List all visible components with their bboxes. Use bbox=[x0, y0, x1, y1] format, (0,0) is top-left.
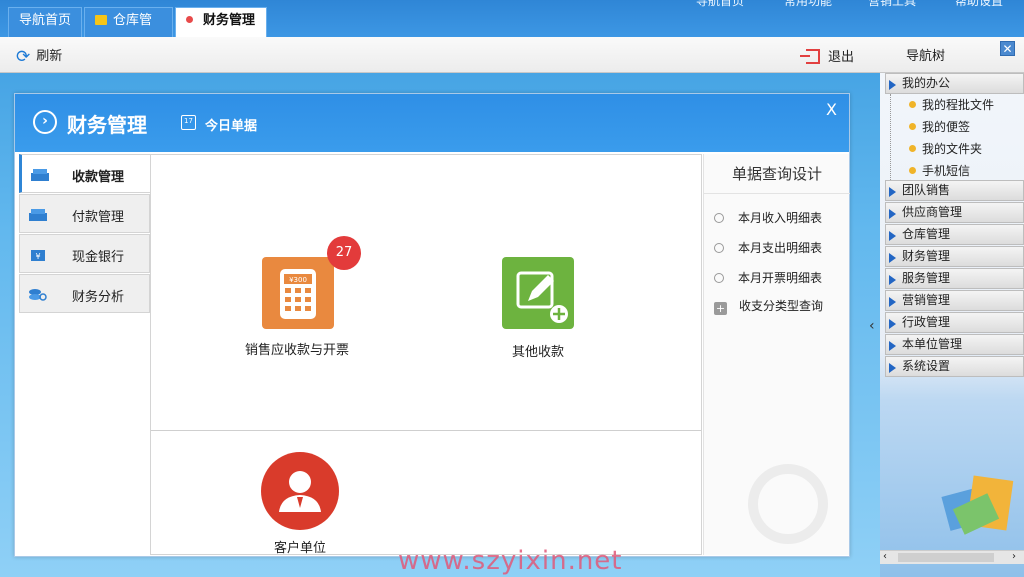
exit-label: 退出 bbox=[828, 50, 855, 65]
topnav-home[interactable]: 导航首页 bbox=[696, 0, 744, 9]
nav-group-service[interactable]: 服务管理 bbox=[885, 268, 1024, 289]
books-illustration-icon bbox=[941, 475, 1014, 535]
tree-connector bbox=[890, 94, 910, 180]
menu-label: 收款管理 bbox=[72, 170, 125, 185]
navtree-toggle[interactable]: 导航树 bbox=[906, 45, 945, 64]
search-icon bbox=[714, 243, 724, 253]
dialog-title: 财务管理 bbox=[67, 113, 147, 137]
query-invoice-link[interactable]: 本月开票明细表 bbox=[714, 269, 822, 286]
close-icon[interactable]: ✕ bbox=[1000, 41, 1015, 56]
menu-label: 财务分析 bbox=[72, 290, 125, 305]
menu-label: 现金银行 bbox=[72, 250, 125, 265]
exit-icon bbox=[800, 49, 820, 64]
customer-tile[interactable] bbox=[261, 452, 339, 530]
nav-group-warehouse[interactable]: 仓库管理 bbox=[885, 224, 1024, 245]
toolbar: ⟳ 刷新 退出 导航树 ✕ bbox=[0, 37, 1024, 73]
site-watermark: www.szyixin.net bbox=[398, 546, 623, 576]
pending-count-badge: 27 bbox=[327, 236, 361, 270]
dialog-header: › 财务管理 17 今日单据 X bbox=[15, 94, 849, 152]
collapse-left-icon[interactable]: ‹ bbox=[869, 318, 875, 334]
nav-group-team-sales[interactable]: 团队销售 bbox=[885, 180, 1024, 201]
refresh-button[interactable]: ⟳ 刷新 bbox=[16, 45, 62, 67]
refresh-label: 刷新 bbox=[36, 49, 63, 64]
finance-dialog: › 财务管理 17 今日单据 X 收款管理 付款管理 ¥ 现金银行 财务分析 ¥… bbox=[14, 93, 850, 557]
money-stack-icon bbox=[31, 169, 49, 181]
today-documents-link[interactable]: 今日单据 bbox=[205, 115, 257, 134]
active-dot-icon bbox=[186, 16, 193, 23]
search-icon bbox=[714, 213, 724, 223]
calendar-icon: 17 bbox=[181, 115, 196, 130]
magnifier-watermark-icon bbox=[748, 464, 828, 544]
top-tab-bar: 导航首页 常用功能 营销工具 帮助设置 导航首页 仓库管理 财务管理 bbox=[0, 0, 1024, 54]
nav-group-unit[interactable]: 本单位管理 bbox=[885, 334, 1024, 355]
horizontal-scrollbar[interactable]: ‹ › bbox=[880, 550, 1024, 564]
nav-group-marketing[interactable]: 营销管理 bbox=[885, 290, 1024, 311]
bank-icon: ¥ bbox=[31, 250, 45, 261]
menu-item-receivables[interactable]: 收款管理 bbox=[19, 154, 150, 193]
menu-label: 付款管理 bbox=[72, 210, 125, 225]
query-category-link[interactable]: + 收支分类型查询 bbox=[714, 297, 823, 315]
customer-label[interactable]: 客户单位 bbox=[220, 537, 380, 556]
tab-label: 财务管理 bbox=[203, 13, 256, 28]
nav-item-notes[interactable]: 我的便签 bbox=[908, 118, 970, 135]
scroll-thumb[interactable] bbox=[898, 553, 994, 562]
section-divider bbox=[151, 430, 701, 431]
nav-group-system[interactable]: 系统设置 bbox=[885, 356, 1024, 377]
other-receipt-tile[interactable] bbox=[502, 257, 574, 329]
topnav-help[interactable]: 帮助设置 bbox=[955, 0, 1003, 9]
refresh-icon: ⟳ bbox=[16, 47, 31, 67]
svg-text:¥: ¥ bbox=[35, 252, 40, 261]
chevron-right-icon: › bbox=[33, 110, 57, 134]
calculator-icon: ¥300 bbox=[280, 269, 316, 319]
exit-button[interactable]: 退出 bbox=[800, 46, 855, 65]
edit-add-icon bbox=[516, 271, 568, 323]
menu-item-cash-bank[interactable]: ¥ 现金银行 bbox=[19, 234, 150, 273]
tab-label: 导航首页 bbox=[19, 13, 72, 28]
topnav-marketing[interactable]: 营销工具 bbox=[868, 0, 916, 9]
nav-item-sms[interactable]: 手机短信 bbox=[908, 162, 970, 179]
query-expense-link[interactable]: 本月支出明细表 bbox=[714, 239, 822, 256]
folder-icon bbox=[95, 15, 107, 25]
search-icon bbox=[714, 273, 724, 283]
money-stack-icon bbox=[29, 209, 47, 221]
query-label: 本月支出明细表 bbox=[738, 241, 823, 255]
query-panel-title: 单据查询设计 bbox=[704, 154, 850, 194]
menu-item-analysis[interactable]: 财务分析 bbox=[19, 274, 150, 313]
function-panel: ¥300 27 销售应收款与开票 其他收款 客户单位 bbox=[150, 154, 702, 556]
nav-group-my-office[interactable]: 我的办公 bbox=[885, 73, 1024, 94]
topnav-common[interactable]: 常用功能 bbox=[784, 0, 832, 9]
query-label: 收支分类型查询 bbox=[739, 299, 824, 313]
tab-finance[interactable]: 财务管理 bbox=[175, 7, 267, 37]
scroll-left-icon[interactable]: ‹ bbox=[883, 551, 887, 562]
calculator-screen-text: ¥300 bbox=[289, 276, 307, 284]
other-receipt-label[interactable]: 其他收款 bbox=[458, 341, 618, 360]
plus-icon: + bbox=[714, 302, 727, 315]
sales-receivable-label[interactable]: 销售应收款与开票 bbox=[217, 339, 377, 358]
nav-group-admin[interactable]: 行政管理 bbox=[885, 312, 1024, 333]
sales-receivable-tile[interactable]: ¥300 bbox=[262, 257, 334, 329]
scroll-right-icon[interactable]: › bbox=[1012, 551, 1016, 562]
tab-warehouse[interactable]: 仓库管理 bbox=[84, 7, 173, 54]
nav-group-finance[interactable]: 财务管理 bbox=[885, 246, 1024, 267]
user-icon bbox=[279, 471, 321, 512]
coins-search-icon bbox=[29, 289, 47, 301]
nav-item-folder[interactable]: 我的文件夹 bbox=[908, 140, 982, 157]
query-label: 本月收入明细表 bbox=[738, 211, 823, 225]
query-panel: 单据查询设计 本月收入明细表 本月支出明细表 本月开票明细表 + 收支分类型查询 bbox=[703, 154, 850, 555]
nav-item-approval-files[interactable]: 我的程批文件 bbox=[908, 96, 994, 113]
left-menu: 收款管理 付款管理 ¥ 现金银行 财务分析 bbox=[19, 154, 150, 314]
query-income-link[interactable]: 本月收入明细表 bbox=[714, 209, 822, 226]
tab-nav-home[interactable]: 导航首页 bbox=[8, 7, 82, 37]
dialog-close-button[interactable]: X bbox=[826, 100, 837, 119]
nav-group-suppliers[interactable]: 供应商管理 bbox=[885, 202, 1024, 223]
menu-item-payables[interactable]: 付款管理 bbox=[19, 194, 150, 233]
query-label: 本月开票明细表 bbox=[738, 271, 823, 285]
